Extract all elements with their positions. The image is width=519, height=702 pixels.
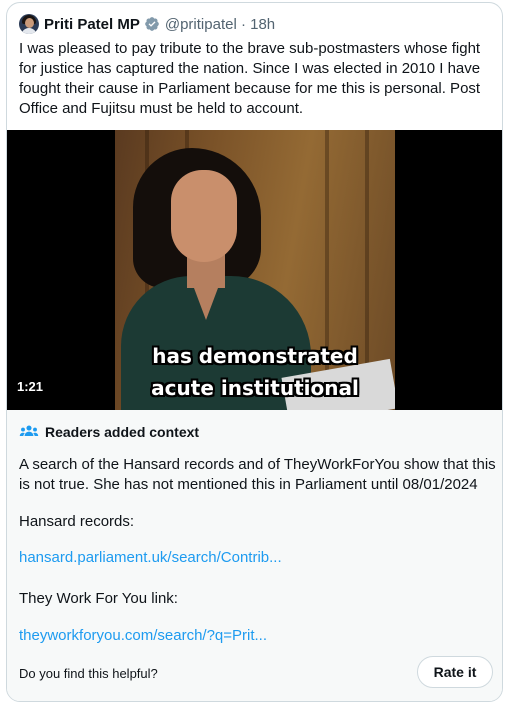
helpful-question: Do you find this helpful? bbox=[19, 666, 158, 681]
author-name[interactable]: Priti Patel MP bbox=[44, 16, 140, 33]
hansard-link[interactable]: hansard.parliament.uk/search/Contrib... bbox=[19, 549, 282, 566]
video-caption-line-1: has demonstrated bbox=[152, 344, 358, 368]
community-note: Readers added context A search of the Ha… bbox=[7, 410, 502, 701]
tweet-card[interactable]: Priti Patel MP @pritipatel · 18h I was p… bbox=[6, 2, 503, 702]
note-title: Readers added context bbox=[45, 424, 200, 440]
twfy-link[interactable]: theyworkforyou.com/search/?q=Prit... bbox=[19, 627, 267, 644]
video-player[interactable]: has demonstrated acute institutional 1:2… bbox=[7, 130, 502, 410]
handle-and-time[interactable]: @pritipatel · 18h bbox=[165, 16, 275, 33]
video-caption-line-2: acute institutional bbox=[151, 376, 359, 400]
twfy-label: They Work For You link: bbox=[19, 590, 178, 607]
tweet-text: I was pleased to pay tribute to the brav… bbox=[19, 40, 481, 117]
video-duration: 1:21 bbox=[17, 379, 44, 394]
hansard-label: Hansard records: bbox=[19, 513, 135, 530]
verified-badge-icon bbox=[145, 17, 159, 31]
video-frame bbox=[115, 130, 395, 410]
note-body: A search of the Hansard records and of T… bbox=[19, 456, 496, 493]
people-icon bbox=[19, 425, 39, 436]
note-header: Readers added context bbox=[19, 424, 199, 440]
rate-it-button[interactable]: Rate it bbox=[417, 656, 493, 688]
tweet-header: Priti Patel MP @pritipatel · 18h bbox=[19, 13, 275, 35]
avatar[interactable] bbox=[19, 14, 39, 34]
